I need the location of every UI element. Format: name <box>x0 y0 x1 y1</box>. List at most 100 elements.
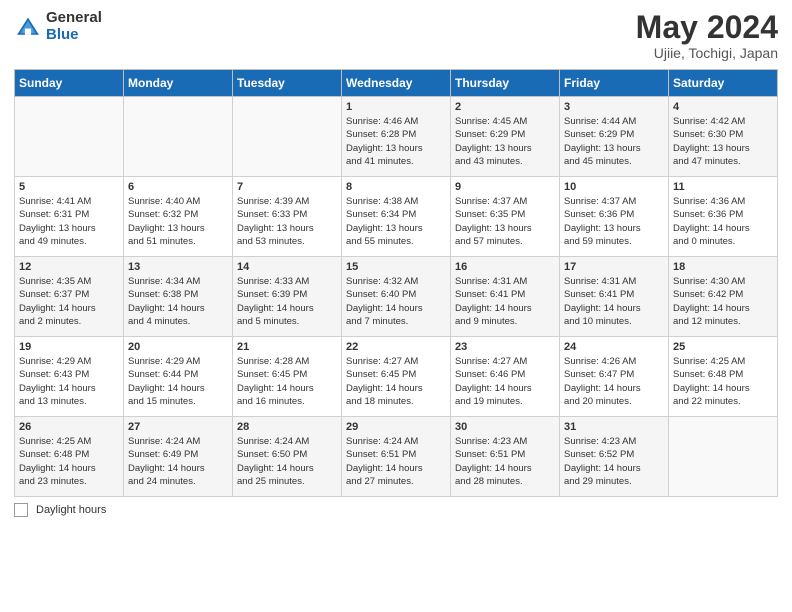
calendar-cell: 1 Sunrise: 4:46 AMSunset: 6:28 PMDaylight… <box>342 97 451 177</box>
week-row-3: 12 Sunrise: 4:35 AMSunset: 6:37 PMDayligh… <box>15 257 778 337</box>
day-info: Sunrise: 4:37 AMSunset: 6:35 PMDaylight:… <box>455 195 555 248</box>
day-number: 18 <box>673 261 773 273</box>
calendar-cell: 7Sunrise: 4:39 AMSunset: 6:33 PMDaylight… <box>233 177 342 257</box>
day-info: Sunrise: 4:38 AMSunset: 6:34 PMDaylight:… <box>346 195 446 248</box>
calendar-cell: 3 Sunrise: 4:44 AMSunset: 6:29 PMDaylight… <box>560 97 669 177</box>
day-number: 24 <box>564 341 664 353</box>
calendar-cell <box>669 417 778 497</box>
day-info: Sunrise: 4:33 AMSunset: 6:39 PMDaylight:… <box>237 275 337 328</box>
calendar-cell: 30 Sunrise: 4:23 AMSunset: 6:51 PMDayligh… <box>451 417 560 497</box>
day-number: 1 <box>346 101 446 113</box>
day-info: Sunrise: 4:23 AMSunset: 6:51 PMDaylight:… <box>455 435 555 488</box>
calendar-cell: 8 Sunrise: 4:38 AMSunset: 6:34 PMDaylight… <box>342 177 451 257</box>
calendar-table: SundayMondayTuesdayWednesdayThursdayFrid… <box>14 69 778 497</box>
day-number: 19 <box>19 341 119 353</box>
day-info: Sunrise: 4:36 AMSunset: 6:36 PMDaylight:… <box>673 195 773 248</box>
calendar-cell: 6Sunrise: 4:40 AMSunset: 6:32 PMDaylight… <box>124 177 233 257</box>
calendar-cell: 31Sunrise: 4:23 AMSunset: 6:52 PMDayligh… <box>560 417 669 497</box>
day-info: Sunrise: 4:29 AMSunset: 6:44 PMDaylight:… <box>128 355 228 408</box>
day-info: Sunrise: 4:26 AMSunset: 6:47 PMDaylight:… <box>564 355 664 408</box>
day-number: 30 <box>455 421 555 433</box>
day-info: Sunrise: 4:34 AMSunset: 6:38 PMDaylight:… <box>128 275 228 328</box>
day-info: Sunrise: 4:24 AMSunset: 6:49 PMDaylight:… <box>128 435 228 488</box>
day-number: 12 <box>19 261 119 273</box>
day-info: Sunrise: 4:28 AMSunset: 6:45 PMDaylight:… <box>237 355 337 408</box>
calendar-cell: 24 Sunrise: 4:26 AMSunset: 6:47 PMDayligh… <box>560 337 669 417</box>
logo-icon <box>14 13 42 41</box>
logo-blue-text: Blue <box>46 27 102 44</box>
daylight-legend-label: Daylight hours <box>36 504 106 516</box>
day-number: 16 <box>455 261 555 273</box>
day-info: Sunrise: 4:44 AMSunset: 6:29 PMDaylight:… <box>564 115 664 168</box>
day-number: 23 <box>455 341 555 353</box>
weekday-header-thursday: Thursday <box>451 70 560 97</box>
day-number: 26 <box>19 421 119 433</box>
day-number: 20 <box>128 341 228 353</box>
calendar-cell: 22 Sunrise: 4:27 AMSunset: 6:45 PMDayligh… <box>342 337 451 417</box>
calendar-cell: 23Sunrise: 4:27 AMSunset: 6:46 PMDayligh… <box>451 337 560 417</box>
calendar-cell: 15Sunrise: 4:32 AMSunset: 6:40 PMDayligh… <box>342 257 451 337</box>
day-info: Sunrise: 4:29 AMSunset: 6:43 PMDaylight:… <box>19 355 119 408</box>
day-number: 21 <box>237 341 337 353</box>
day-info: Sunrise: 4:25 AMSunset: 6:48 PMDaylight:… <box>673 355 773 408</box>
page: General Blue May 2024 Ujiie, Tochigi, Ja… <box>0 0 792 612</box>
day-number: 10 <box>564 181 664 193</box>
weekday-header-monday: Monday <box>124 70 233 97</box>
weekday-header-sunday: Sunday <box>15 70 124 97</box>
calendar-cell: 25 Sunrise: 4:25 AMSunset: 6:48 PMDayligh… <box>669 337 778 417</box>
calendar-body: 1 Sunrise: 4:46 AMSunset: 6:28 PMDaylight… <box>15 97 778 497</box>
calendar-header: SundayMondayTuesdayWednesdayThursdayFrid… <box>15 70 778 97</box>
calendar-cell: 12 Sunrise: 4:35 AMSunset: 6:37 PMDayligh… <box>15 257 124 337</box>
day-number: 11 <box>673 181 773 193</box>
day-info: Sunrise: 4:39 AMSunset: 6:33 PMDaylight:… <box>237 195 337 248</box>
week-row-2: 5 Sunrise: 4:41 AMSunset: 6:31 PMDaylight… <box>15 177 778 257</box>
calendar-cell: 14Sunrise: 4:33 AMSunset: 6:39 PMDayligh… <box>233 257 342 337</box>
calendar-cell: 29 Sunrise: 4:24 AMSunset: 6:51 PMDayligh… <box>342 417 451 497</box>
day-info: Sunrise: 4:42 AMSunset: 6:30 PMDaylight:… <box>673 115 773 168</box>
calendar-cell: 26 Sunrise: 4:25 AMSunset: 6:48 PMDayligh… <box>15 417 124 497</box>
header: General Blue May 2024 Ujiie, Tochigi, Ja… <box>14 10 778 61</box>
day-number: 2 <box>455 101 555 113</box>
calendar-cell: 19 Sunrise: 4:29 AMSunset: 6:43 PMDayligh… <box>15 337 124 417</box>
day-info: Sunrise: 4:46 AMSunset: 6:28 PMDaylight:… <box>346 115 446 168</box>
calendar-cell: 20 Sunrise: 4:29 AMSunset: 6:44 PMDayligh… <box>124 337 233 417</box>
day-number: 8 <box>346 181 446 193</box>
day-number: 31 <box>564 421 664 433</box>
day-info: Sunrise: 4:31 AMSunset: 6:41 PMDaylight:… <box>564 275 664 328</box>
day-info: Sunrise: 4:24 AMSunset: 6:51 PMDaylight:… <box>346 435 446 488</box>
calendar-cell: 4Sunrise: 4:42 AMSunset: 6:30 PMDaylight… <box>669 97 778 177</box>
calendar-cell <box>15 97 124 177</box>
daylight-legend-box <box>14 503 28 517</box>
logo-text: General Blue <box>46 10 102 43</box>
weekday-header-friday: Friday <box>560 70 669 97</box>
day-info: Sunrise: 4:35 AMSunset: 6:37 PMDaylight:… <box>19 275 119 328</box>
weekday-header-tuesday: Tuesday <box>233 70 342 97</box>
day-info: Sunrise: 4:37 AMSunset: 6:36 PMDaylight:… <box>564 195 664 248</box>
day-number: 29 <box>346 421 446 433</box>
day-info: Sunrise: 4:30 AMSunset: 6:42 PMDaylight:… <box>673 275 773 328</box>
calendar-cell: 2Sunrise: 4:45 AMSunset: 6:29 PMDaylight… <box>451 97 560 177</box>
day-number: 22 <box>346 341 446 353</box>
day-info: Sunrise: 4:25 AMSunset: 6:48 PMDaylight:… <box>19 435 119 488</box>
calendar-cell: 9Sunrise: 4:37 AMSunset: 6:35 PMDaylight… <box>451 177 560 257</box>
day-info: Sunrise: 4:41 AMSunset: 6:31 PMDaylight:… <box>19 195 119 248</box>
day-info: Sunrise: 4:31 AMSunset: 6:41 PMDaylight:… <box>455 275 555 328</box>
day-number: 25 <box>673 341 773 353</box>
week-row-1: 1 Sunrise: 4:46 AMSunset: 6:28 PMDaylight… <box>15 97 778 177</box>
week-row-4: 19 Sunrise: 4:29 AMSunset: 6:43 PMDayligh… <box>15 337 778 417</box>
calendar-cell: 16 Sunrise: 4:31 AMSunset: 6:41 PMDayligh… <box>451 257 560 337</box>
day-info: Sunrise: 4:24 AMSunset: 6:50 PMDaylight:… <box>237 435 337 488</box>
calendar-cell: 17Sunrise: 4:31 AMSunset: 6:41 PMDayligh… <box>560 257 669 337</box>
calendar-cell: 10 Sunrise: 4:37 AMSunset: 6:36 PMDayligh… <box>560 177 669 257</box>
day-info: Sunrise: 4:27 AMSunset: 6:45 PMDaylight:… <box>346 355 446 408</box>
calendar-cell <box>233 97 342 177</box>
calendar-cell <box>124 97 233 177</box>
weekday-header-wednesday: Wednesday <box>342 70 451 97</box>
day-info: Sunrise: 4:40 AMSunset: 6:32 PMDaylight:… <box>128 195 228 248</box>
week-row-5: 26 Sunrise: 4:25 AMSunset: 6:48 PMDayligh… <box>15 417 778 497</box>
weekday-row: SundayMondayTuesdayWednesdayThursdayFrid… <box>15 70 778 97</box>
calendar-cell: 5 Sunrise: 4:41 AMSunset: 6:31 PMDaylight… <box>15 177 124 257</box>
calendar-cell: 28Sunrise: 4:24 AMSunset: 6:50 PMDayligh… <box>233 417 342 497</box>
day-number: 3 <box>564 101 664 113</box>
day-number: 5 <box>19 181 119 193</box>
